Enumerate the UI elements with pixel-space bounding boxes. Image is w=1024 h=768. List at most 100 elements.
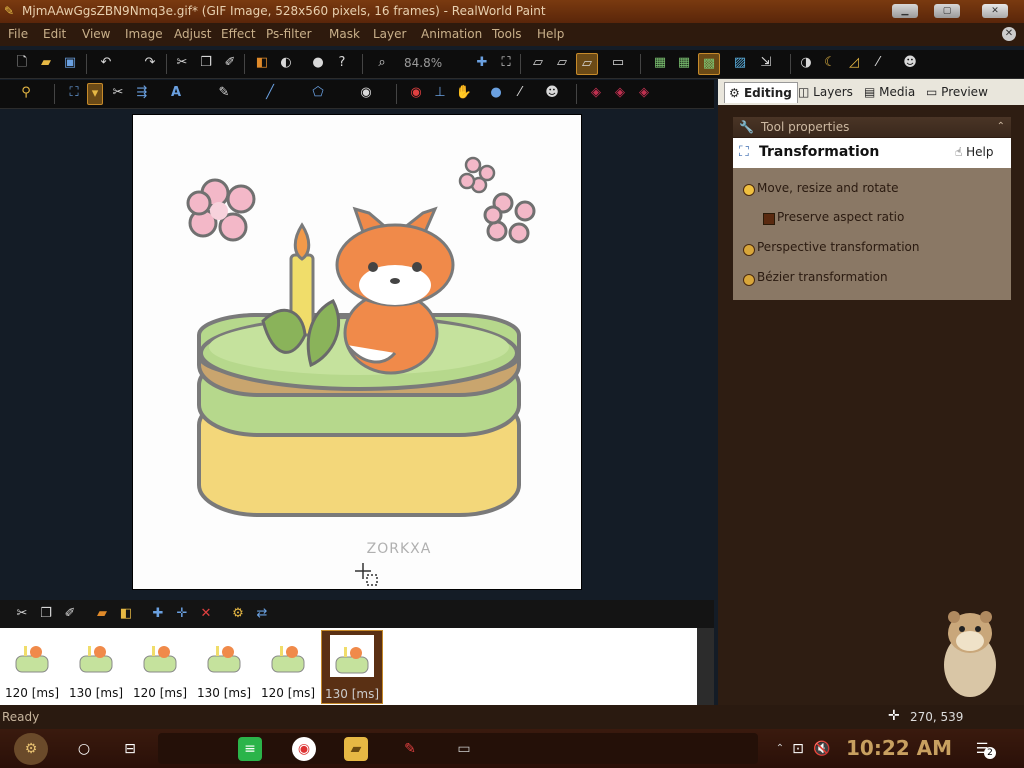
tool-properties-header[interactable]: 🔧 Tool properties ⌃ xyxy=(733,117,1011,137)
contrast-icon[interactable]: ◑ xyxy=(796,53,816,73)
moon-icon[interactable]: ☾ xyxy=(820,53,840,73)
paste-icon[interactable]: ✐ xyxy=(220,53,240,73)
volume-muted-icon[interactable]: 🔇 xyxy=(810,737,834,761)
layer-back-icon[interactable]: ◈ xyxy=(634,83,654,103)
frame-copy-icon[interactable]: ❐ xyxy=(36,604,56,624)
start-button[interactable]: ⚙ xyxy=(14,733,48,765)
picture-icon[interactable]: ▨ xyxy=(730,53,750,73)
tab-media[interactable]: ▤ Media xyxy=(864,82,920,102)
red-eye-icon[interactable]: ◉ xyxy=(406,83,426,103)
save-icon[interactable]: ▣ xyxy=(60,53,80,73)
zoom-level[interactable]: 84.8% xyxy=(404,56,442,70)
frame-thumbnail-selected[interactable]: 130 [ms] xyxy=(321,630,383,704)
grid-icon[interactable]: ▦ xyxy=(650,53,670,73)
image-canvas[interactable]: ZORKXA xyxy=(133,115,581,589)
search-circle-icon[interactable]: ○ xyxy=(72,737,96,761)
frame-thumbnail[interactable]: 120 [ms] xyxy=(130,630,190,702)
menu-file[interactable]: File xyxy=(8,27,28,41)
text-tool-icon[interactable]: A xyxy=(166,83,186,103)
frame-cut-icon[interactable]: ✂ xyxy=(12,604,32,624)
new-file-icon[interactable]: 🗋 xyxy=(12,53,32,73)
duplicate-frame-icon[interactable]: ✛ xyxy=(172,604,192,624)
selection-mode-icon[interactable]: ▾ xyxy=(87,83,103,105)
menu-ps-filter[interactable]: Ps-filter xyxy=(266,27,312,41)
cut-icon[interactable]: ✂ xyxy=(172,53,192,73)
blur-icon[interactable]: ● xyxy=(486,83,506,103)
reverse-frames-icon[interactable]: ⇄ xyxy=(252,604,272,624)
frame-thumbnail[interactable]: 130 [ms] xyxy=(66,630,126,702)
layer-front-icon[interactable]: ◈ xyxy=(586,83,606,103)
tab-preview[interactable]: ▭ Preview xyxy=(926,82,994,102)
copy-icon[interactable]: ❐ xyxy=(196,53,216,73)
help-link[interactable]: ☝ Help xyxy=(955,145,994,159)
open-folder-icon[interactable]: ▰ xyxy=(36,53,56,73)
notes-app-icon[interactable]: ≡ xyxy=(238,737,262,761)
move-icon[interactable]: ⇶ xyxy=(132,83,152,103)
menu-adjust[interactable]: Adjust xyxy=(174,27,212,41)
view-mode-3-icon[interactable]: ▱ xyxy=(576,53,598,75)
clone-icon[interactable]: ⊥ xyxy=(430,83,450,103)
network-icon[interactable]: ⊡ xyxy=(786,737,810,761)
menu-edit[interactable]: Edit xyxy=(43,27,66,41)
zoom-in-icon[interactable]: ✚ xyxy=(472,53,492,73)
zoom-icon[interactable]: ⌕ xyxy=(372,53,392,73)
export-icon[interactable]: ⇲ xyxy=(756,53,776,73)
user-icon[interactable]: ☻ xyxy=(900,53,920,73)
fit-screen-icon[interactable]: ⛶ xyxy=(496,53,516,73)
app-window-icon[interactable]: ▭ xyxy=(452,737,476,761)
radio-bezier[interactable] xyxy=(743,274,755,286)
option-move-resize-rotate[interactable]: Move, resize and rotate xyxy=(757,181,899,195)
redo-icon[interactable]: ↷ xyxy=(140,53,160,73)
close-document-icon[interactable]: ✕ xyxy=(1002,27,1016,41)
pin-icon[interactable]: ● xyxy=(308,53,328,73)
add-frame-icon[interactable]: ✚ xyxy=(148,604,168,624)
frame-properties-icon[interactable]: ◧ xyxy=(116,604,136,624)
tab-layers[interactable]: ◫ Layers xyxy=(798,82,860,102)
layers-icon[interactable]: ◧ xyxy=(252,53,272,73)
view-mode-1-icon[interactable]: ▱ xyxy=(528,53,548,73)
frame-settings-icon[interactable]: ⚙ xyxy=(228,604,248,624)
tab-editing[interactable]: ⚙ Editing xyxy=(724,82,798,103)
stamp-icon[interactable]: ☻ xyxy=(542,83,562,103)
frame-thumbnail[interactable]: 120 [ms] xyxy=(258,630,318,702)
grid-snap-icon[interactable]: ▦ xyxy=(674,53,694,73)
minimize-button[interactable]: ▁ xyxy=(892,4,918,18)
frame-thumbnail[interactable]: 130 [ms] xyxy=(194,630,254,702)
lasso-icon[interactable]: ✂ xyxy=(108,83,128,103)
file-explorer-icon[interactable]: ▰ xyxy=(344,737,368,761)
menu-view[interactable]: View xyxy=(82,27,110,41)
frame-import-icon[interactable]: ▰ xyxy=(92,604,112,624)
menu-mask[interactable]: Mask xyxy=(329,27,360,41)
frame-thumbnail[interactable]: 120 [ms] xyxy=(2,630,62,702)
maximize-button[interactable]: ▢ xyxy=(934,4,960,18)
fill-icon[interactable]: ◉ xyxy=(356,83,376,103)
menu-image[interactable]: Image xyxy=(125,27,163,41)
view-mode-4-icon[interactable]: ▭ xyxy=(608,53,628,73)
menu-tools[interactable]: Tools xyxy=(492,27,522,41)
view-mode-2-icon[interactable]: ▱ xyxy=(552,53,572,73)
option-preserve-aspect[interactable]: Preserve aspect ratio xyxy=(777,210,904,224)
close-button[interactable]: ✕ xyxy=(982,4,1008,18)
magic-wand-icon[interactable]: ⚲ xyxy=(16,83,36,103)
radio-perspective[interactable] xyxy=(743,244,755,256)
checkbox-preserve-aspect[interactable] xyxy=(763,213,775,225)
menu-animation[interactable]: Animation xyxy=(421,27,482,41)
layer-middle-icon[interactable]: ◈ xyxy=(610,83,630,103)
realworld-paint-icon[interactable]: ✎ xyxy=(398,737,422,761)
option-bezier[interactable]: Bézier transformation xyxy=(757,270,888,284)
brush-icon[interactable]: ✎ xyxy=(214,83,234,103)
hand-icon[interactable]: ✋ xyxy=(454,83,474,103)
chrome-icon[interactable]: ◉ xyxy=(292,737,316,761)
menu-layer[interactable]: Layer xyxy=(373,27,406,41)
shape-tool-icon[interactable]: ⬠ xyxy=(308,83,328,103)
menu-help[interactable]: Help xyxy=(537,27,564,41)
wand-icon[interactable]: ⁄ xyxy=(868,53,888,73)
crop-icon[interactable]: ◐ xyxy=(276,53,296,73)
smudge-icon[interactable]: ⁄ xyxy=(510,83,530,103)
image-view-icon[interactable]: ▩ xyxy=(698,53,720,75)
clock[interactable]: 10:22 AM xyxy=(846,736,952,760)
frames-scrollbar[interactable] xyxy=(697,628,714,705)
frame-paste-icon[interactable]: ✐ xyxy=(60,604,80,624)
selection-icon[interactable]: ⛶ xyxy=(64,83,84,103)
radio-move-resize-rotate[interactable] xyxy=(743,184,755,196)
